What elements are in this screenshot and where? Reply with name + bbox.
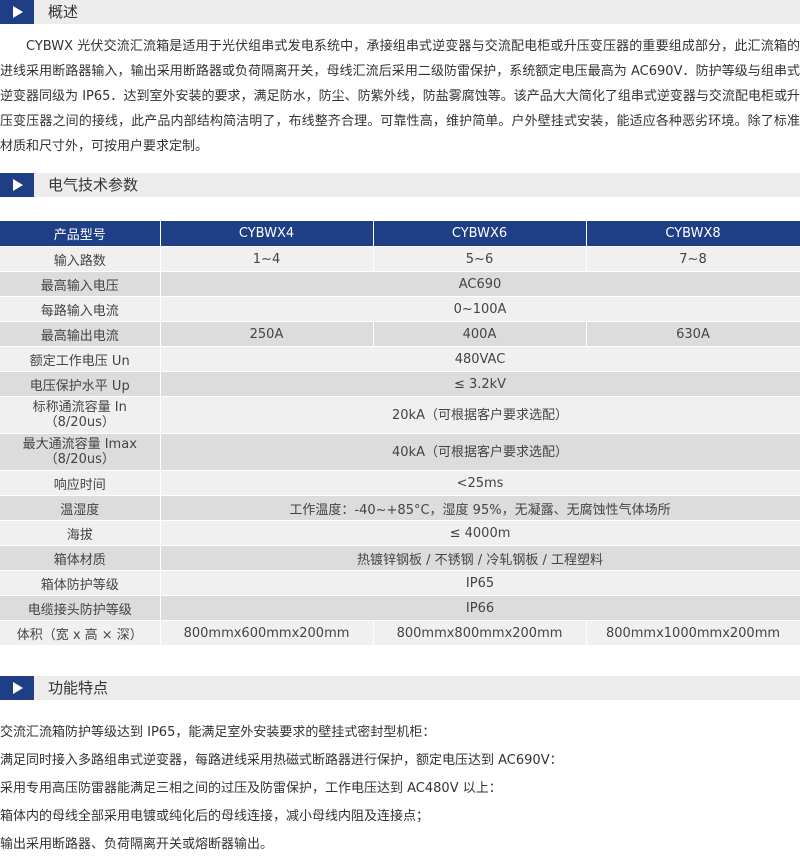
row-label: 电压保护水平 Up: [0, 371, 161, 397]
row-value: 800mmx600mmx200mm: [160, 620, 374, 645]
table-header-row: 产品型号 CYBWX4 CYBWX6 CYBWX8: [0, 221, 800, 247]
row-label: 标称通流容量 In （8/20us）: [0, 396, 161, 434]
table-header-cell: CYBWX6: [373, 221, 587, 247]
spec-table: 产品型号 CYBWX4 CYBWX6 CYBWX8 输入路数 1~4 5~6 7~8 最…: [0, 221, 800, 645]
row-value: 0~100A: [160, 296, 800, 322]
row-value: ≤ 4000m: [160, 520, 800, 546]
row-value: <25ms: [160, 470, 800, 496]
row-label: 箱体防护等级: [0, 570, 161, 596]
feature-item: 输出采用断路器、负荷隔离开关或熔断器输出。: [0, 837, 274, 852]
table-header-cell: 产品型号: [0, 221, 161, 247]
feature-item: 交流汇流箱防护等级达到 IP65，能满足室外安装要求的壁挂式密封型机柜：: [0, 725, 436, 740]
row-label: 输入路数: [0, 246, 161, 272]
table-row: 额定工作电压 Un 480VAC: [0, 346, 800, 372]
table-row: 标称通流容量 In （8/20us） 20kA（可根据客户要求选配）: [0, 396, 800, 434]
row-label: 最大通流容量 Imax （8/20us）: [0, 433, 161, 471]
features-list: 交流汇流箱防护等级达到 IP65，能满足室外安装要求的壁挂式密封型机柜： 满足同…: [0, 719, 800, 859]
row-value: 800mmx1000mmx200mm: [586, 620, 800, 645]
table-row: 体积（宽 x 高 × 深） 800mmx600mmx200mm 800mmx800m…: [0, 620, 800, 645]
row-value: IP66: [160, 595, 800, 621]
row-value: 1~4: [160, 246, 374, 272]
table-row: 温湿度 工作温度：-40~+85°C，湿度 95%，无凝露、无腐蚀性气体场所: [0, 495, 800, 521]
section-header-overview: 概述: [0, 0, 800, 24]
row-value: 250A: [160, 321, 374, 347]
table-row: 电缆接头防护等级 IP66: [0, 595, 800, 621]
section-header-specs: 电气技术参数: [0, 173, 800, 197]
row-label: 体积（宽 x 高 × 深）: [0, 620, 161, 645]
table-row: 响应时间 <25ms: [0, 470, 800, 496]
feature-item: 满足同时接入多路组串式逆变器，每路进线采用热磁式断路器进行保护，额定电压达到 A…: [0, 753, 563, 768]
row-value: 20kA（可根据客户要求选配）: [160, 396, 800, 434]
play-arrow-icon: [0, 173, 34, 197]
row-label: 响应时间: [0, 470, 161, 496]
table-row: 每路输入电流 0~100A: [0, 296, 800, 322]
row-value: 480VAC: [160, 346, 800, 372]
table-row: 箱体防护等级 IP65: [0, 570, 800, 596]
table-row: 箱体材质 热镀锌钢板 / 不锈钢 / 冷轧钢板 / 工程塑料: [0, 545, 800, 571]
row-label: 箱体材质: [0, 545, 161, 571]
row-label: 海拔: [0, 520, 161, 546]
row-value: 40kA（可根据客户要求选配）: [160, 433, 800, 471]
table-row: 电压保护水平 Up ≤ 3.2kV: [0, 371, 800, 397]
section-header-features: 功能特点: [0, 676, 800, 700]
table-row: 输入路数 1~4 5~6 7~8: [0, 246, 800, 272]
section-title: 电气技术参数: [48, 176, 139, 194]
row-value: 400A: [373, 321, 587, 347]
row-value: 热镀锌钢板 / 不锈钢 / 冷轧钢板 / 工程塑料: [160, 545, 800, 571]
row-value: AC690: [160, 271, 800, 297]
feature-item: 采用专用高压防雷器能满足三相之间的过压及防雷保护，工作电压达到 AC480V 以…: [0, 781, 502, 796]
row-value: 630A: [586, 321, 800, 347]
row-value: 5~6: [373, 246, 587, 272]
section-title: 概述: [48, 3, 79, 21]
table-row: 最高输入电压 AC690: [0, 271, 800, 297]
row-value: 7~8: [586, 246, 800, 272]
play-arrow-icon: [0, 676, 34, 700]
table-header-cell: CYBWX8: [586, 221, 800, 247]
row-label: 最高输入电压: [0, 271, 161, 297]
row-label: 最高输出电流: [0, 321, 161, 347]
row-value: 工作温度：-40~+85°C，湿度 95%，无凝露、无腐蚀性气体场所: [160, 495, 800, 521]
row-label: 额定工作电压 Un: [0, 346, 161, 372]
section-title: 功能特点: [48, 679, 109, 697]
row-value: IP65: [160, 570, 800, 596]
table-row: 最高输出电流 250A 400A 630A: [0, 321, 800, 347]
row-label: 每路输入电流: [0, 296, 161, 322]
play-arrow-icon: [0, 0, 34, 24]
table-row: 海拔 ≤ 4000m: [0, 520, 800, 546]
row-value: 800mmx800mmx200mm: [373, 620, 587, 645]
overview-paragraph: CYBWX 光伏交流汇流箱是适用于光伏组串式发电系统中，承接组串式逆变器与交流配…: [0, 39, 800, 154]
table-body: 输入路数 1~4 5~6 7~8 最高输入电压 AC690 每路输入电流 0~100A 最高输出…: [0, 246, 800, 645]
table-row: 最大通流容量 Imax （8/20us） 40kA（可根据客户要求选配）: [0, 433, 800, 471]
row-value: ≤ 3.2kV: [160, 371, 800, 397]
row-label: 温湿度: [0, 495, 161, 521]
table-header-cell: CYBWX4: [160, 221, 374, 247]
feature-item: 箱体内的母线全部采用电镀或纯化后的母线连接，减小母线内阻及连接点；: [0, 809, 430, 824]
row-label: 电缆接头防护等级: [0, 595, 161, 621]
